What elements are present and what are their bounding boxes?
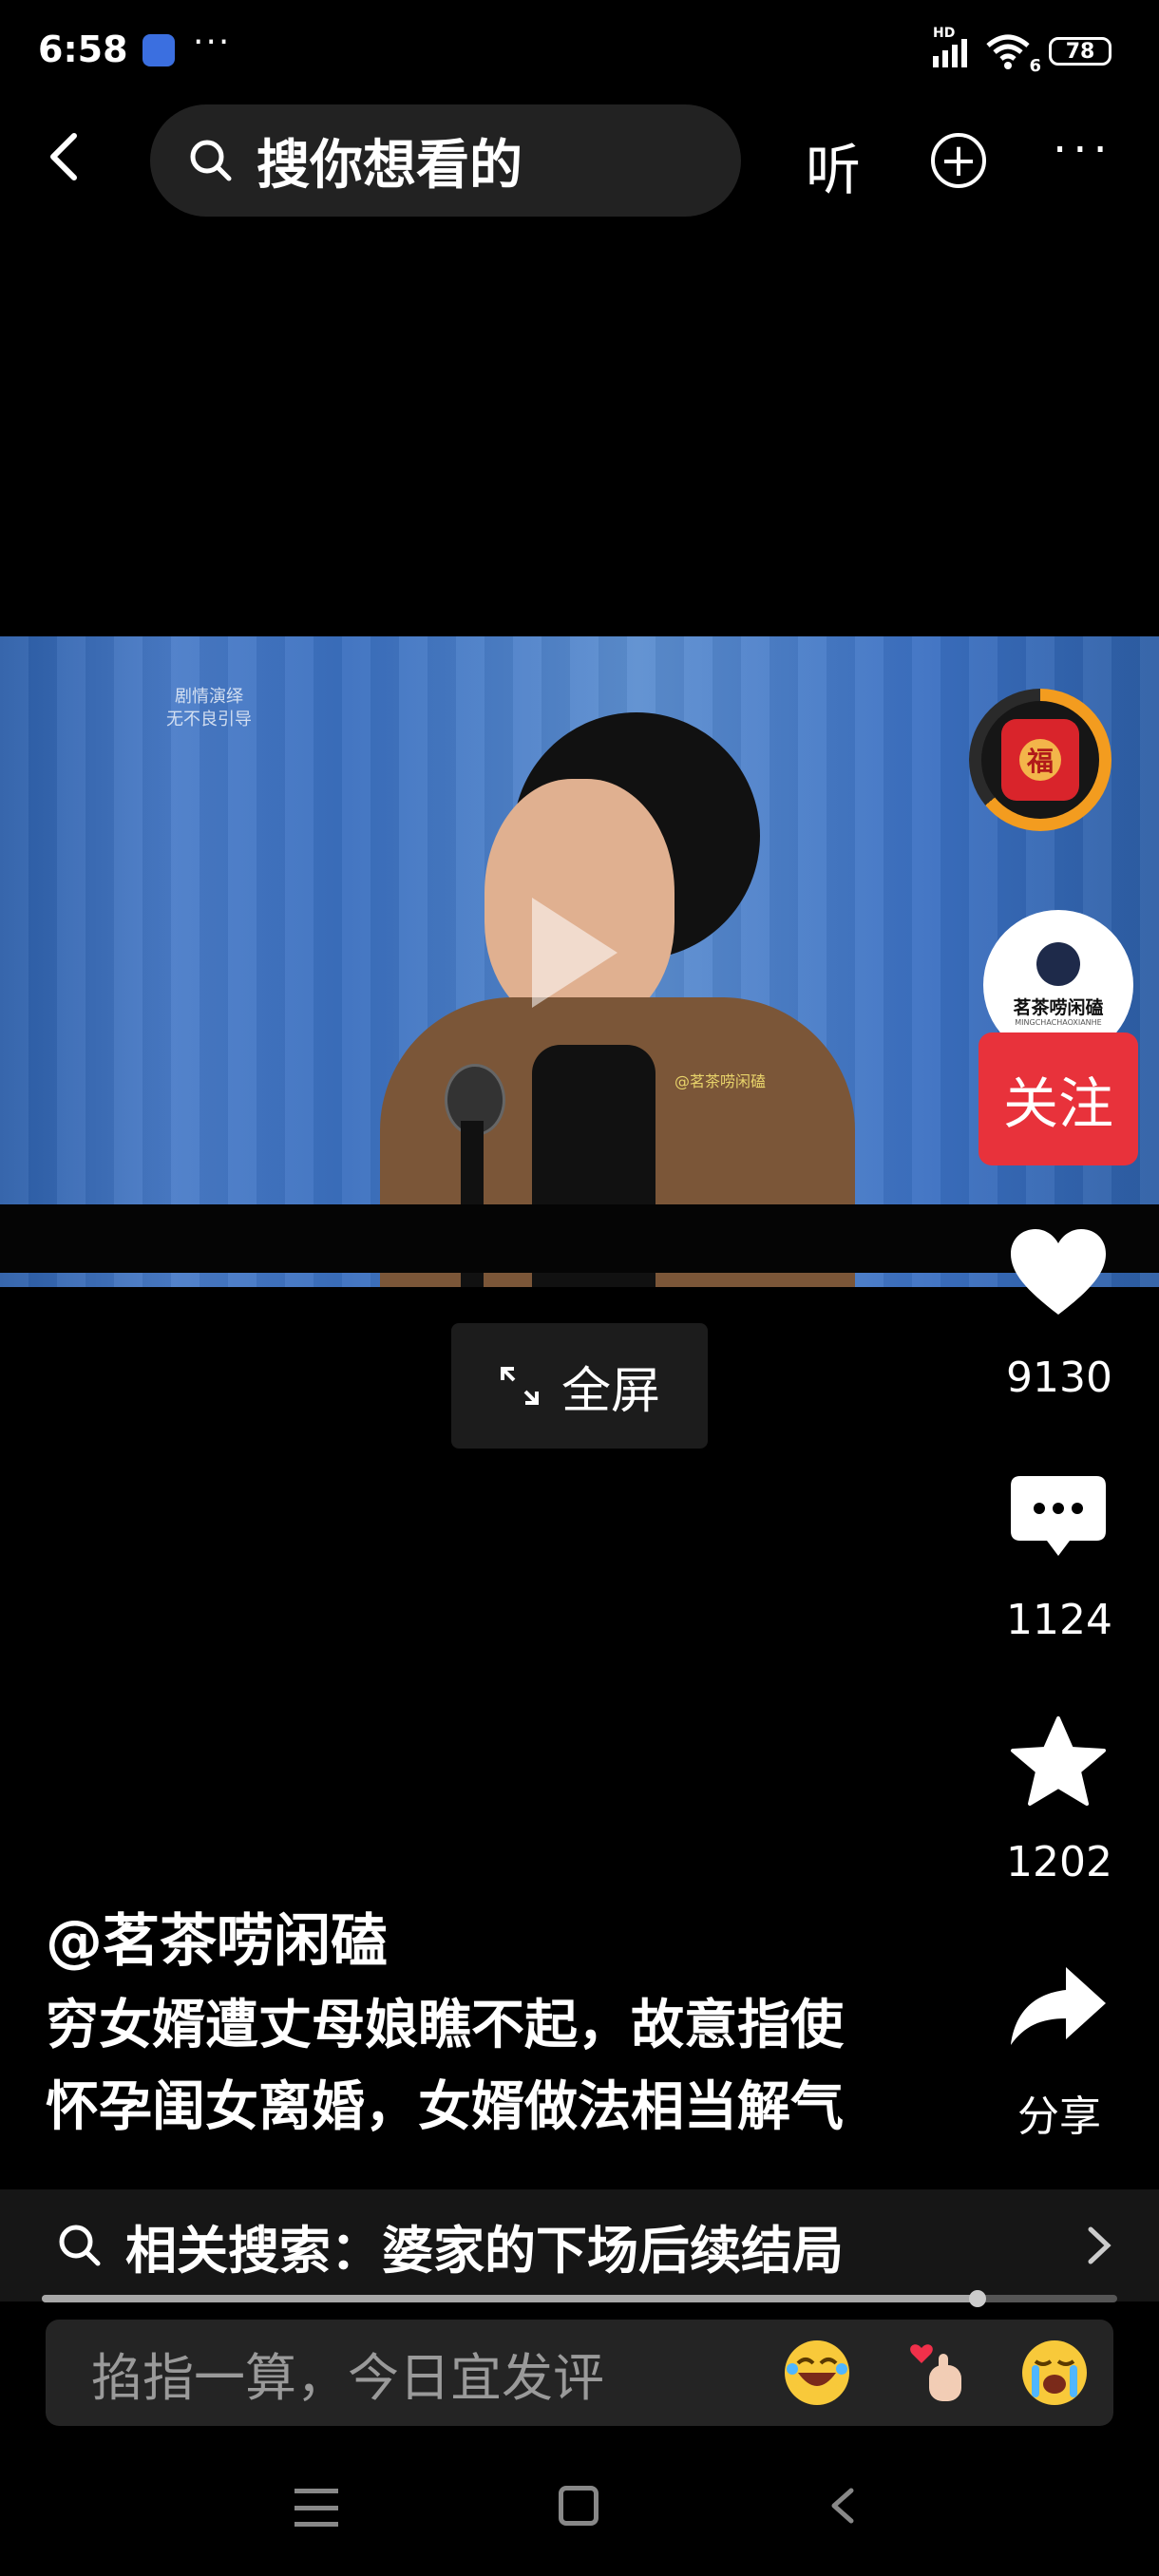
wifi-label: 6 <box>1029 56 1041 76</box>
play-icon[interactable] <box>532 898 618 1008</box>
avatar-subtitle: MINGCHACHAOXIANHE <box>1015 1018 1102 1027</box>
back-button[interactable] <box>38 128 95 185</box>
network-label: HD <box>933 26 956 41</box>
search-placeholder: 搜你想看的 <box>256 134 522 197</box>
wifi-icon: 6 <box>984 32 1041 76</box>
fu-reward-button[interactable]: 福 <box>969 689 1112 831</box>
watermark-line-2: 无不良引导 <box>166 710 252 729</box>
comment-count: 1124 <box>1006 1596 1112 1644</box>
crying-emoji-icon[interactable] <box>1022 2340 1087 2405</box>
video-description: 穷女婿遭丈母娘瞧不起，故意指使 怀孕闺女离婚，女婿做法相当解气 <box>46 1985 958 2149</box>
chevron-right-icon <box>1088 2226 1112 2264</box>
back-arrow-icon <box>50 133 77 180</box>
share-button[interactable] <box>1007 1961 1110 2056</box>
favorite-button[interactable] <box>1007 1714 1110 1809</box>
finger-heart-emoji-icon[interactable] <box>904 2340 969 2405</box>
progress-fill <box>42 2295 978 2302</box>
progress-knob[interactable] <box>968 2290 986 2307</box>
status-time: 6:58 <box>38 28 128 70</box>
avatar-logo <box>1036 942 1080 986</box>
description-line-2: 怀孕闺女离婚，女婿做法相当解气 <box>46 2076 844 2138</box>
like-button[interactable] <box>1007 1225 1110 1320</box>
home-icon[interactable] <box>559 2486 598 2526</box>
related-search-bar[interactable]: 相关搜索：婆家的下场后续结局 <box>0 2189 1159 2301</box>
battery-indicator: 78 <box>1049 37 1112 66</box>
signal-icon: HD <box>933 26 967 67</box>
comment-button[interactable] <box>1007 1472 1110 1567</box>
favorite-count: 1202 <box>1006 1838 1112 1886</box>
related-search-label: 相关搜索：婆家的下场后续结局 <box>125 2220 844 2281</box>
fu-label: 福 <box>1019 739 1061 781</box>
star-icon <box>1011 1716 1106 1806</box>
more-icon[interactable]: ··· <box>1053 123 1113 177</box>
comment-placeholder: 掐指一算，今日宜发评 <box>91 2347 604 2408</box>
search-icon <box>190 140 232 181</box>
baidu-app-icon <box>142 34 175 66</box>
brand-watermark: @茗茶唠闲磕 <box>674 1072 767 1090</box>
back-icon[interactable] <box>825 2487 863 2525</box>
comment-icon <box>1011 1476 1106 1556</box>
laugh-emoji-icon[interactable] <box>785 2340 849 2405</box>
description-line-1: 穷女婿遭丈母娘瞧不起，故意指使 <box>46 1995 844 2056</box>
subtitle-bar <box>0 1204 1159 1273</box>
expand-icon <box>500 1367 539 1405</box>
red-envelope-icon: 福 <box>1001 719 1079 801</box>
fullscreen-label: 全屏 <box>560 1362 660 1420</box>
share-label: 分享 <box>1017 2093 1101 2141</box>
share-arrow-icon <box>1011 1967 1106 2045</box>
fullscreen-button[interactable]: 全屏 <box>451 1323 708 1449</box>
listen-button[interactable]: 听 <box>806 125 861 205</box>
playback-progress-bar[interactable] <box>42 2290 1117 2307</box>
like-count: 9130 <box>1006 1354 1112 1402</box>
author-handle[interactable]: @茗茶唠闲磕 <box>46 1895 388 1978</box>
status-more-dots: ··· <box>193 23 232 62</box>
status-indicators: HD 6 78 <box>933 26 1112 76</box>
heart-icon <box>1011 1229 1106 1315</box>
search-icon <box>59 2225 101 2266</box>
comment-input[interactable]: 掐指一算，今日宜发评 <box>46 2320 1113 2426</box>
avatar-name: 茗茶唠闲磕 <box>1013 997 1104 1018</box>
add-circle-icon[interactable]: + <box>931 133 986 188</box>
video-disclaimer-watermark: 剧情演绎 无不良引导 <box>166 686 252 731</box>
watermark-line-1: 剧情演绎 <box>175 687 243 707</box>
menu-icon[interactable] <box>294 2489 338 2527</box>
follow-button[interactable]: 关注 <box>978 1032 1138 1165</box>
fu-reward-inner: 福 <box>981 701 1099 819</box>
search-bar[interactable]: 搜你想看的 <box>150 104 741 217</box>
